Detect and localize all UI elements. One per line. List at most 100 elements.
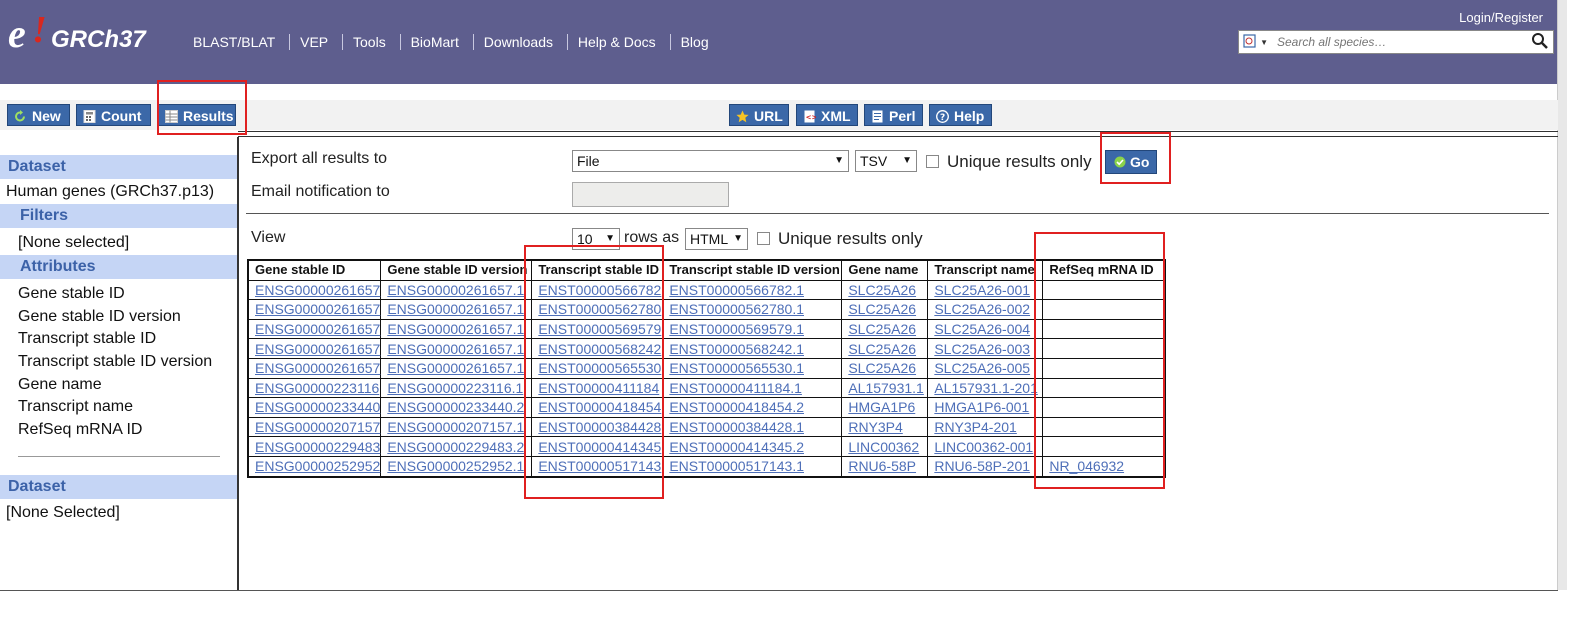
table-cell-link[interactable]: SLC25A26-004	[927, 318, 1044, 340]
email-field[interactable]	[572, 182, 729, 207]
table-cell-link[interactable]: SLC25A26	[841, 338, 929, 359]
table-cell-link[interactable]: ENST00000517143.1	[662, 455, 843, 478]
table-cell-link[interactable]: RNU6-58P	[841, 455, 929, 478]
help-button[interactable]: ? Help	[929, 104, 992, 126]
table-cell-link[interactable]: ENSG00000252952	[247, 455, 382, 478]
table-cell-link[interactable]: ENSG00000223116.1	[380, 377, 533, 399]
table-cell-link[interactable]: ENSG00000233440	[247, 397, 382, 418]
sidebar-dataset2-value[interactable]: [None Selected]	[6, 504, 120, 522]
table-cell-link[interactable]: ENSG00000261657	[247, 279, 382, 301]
nav-help-docs[interactable]: Help & Docs	[566, 34, 666, 50]
perl-button[interactable]: Perl	[864, 104, 923, 126]
table-cell-link[interactable]: HMGA1P6-001	[927, 397, 1044, 418]
table-cell-link[interactable]: SLC25A26	[841, 357, 929, 379]
nav-blog[interactable]: Blog	[669, 34, 719, 50]
xml-button-label: XML	[821, 108, 851, 124]
table-cell-link[interactable]: AL157931.1	[841, 377, 929, 399]
chevron-down-icon: ▼	[902, 155, 912, 166]
table-cell-link[interactable]: ENSG00000261657.1	[380, 357, 533, 379]
xml-file-icon: <>	[804, 110, 816, 123]
table-cell-link[interactable]: ENSG00000261657.1	[380, 299, 533, 320]
nav-vep[interactable]: VEP	[289, 34, 339, 50]
table-cell-link[interactable]: SLC25A26-001	[927, 279, 1044, 301]
top-nav: BLAST/BLAT VEP Tools BioMart Downloads H…	[193, 34, 719, 50]
column-header: Gene stable ID	[247, 259, 382, 281]
xml-button[interactable]: <> XML	[796, 104, 858, 126]
sidebar-filters-heading[interactable]: Filters	[0, 204, 237, 228]
view-unique-label: Unique results only	[778, 229, 923, 248]
table-cell-link[interactable]: AL157931.1-201	[927, 377, 1044, 399]
view-format-value: HTML	[690, 231, 729, 247]
nav-downloads[interactable]: Downloads	[472, 34, 563, 50]
table-cell-link[interactable]: RNU6-58P-201	[927, 455, 1044, 478]
sidebar-attribute-item: RefSeq mRNA ID	[18, 421, 143, 438]
table-cell-link[interactable]: ENSG00000261657	[247, 357, 382, 379]
table-cell-link[interactable]: SLC25A26-005	[927, 357, 1044, 379]
table-cell-link[interactable]: ENST00000565530.1	[662, 357, 843, 379]
table-cell-link[interactable]: ENST00000411184.1	[662, 377, 843, 399]
calculator-icon	[83, 110, 96, 123]
table-cell-link[interactable]: ENSG00000229483	[247, 436, 382, 457]
column-header: Gene name	[841, 259, 929, 281]
count-button[interactable]: Count	[76, 104, 151, 126]
nav-blast[interactable]: BLAST/BLAT	[193, 34, 285, 50]
search-input[interactable]	[1275, 33, 1529, 51]
email-label: Email notification to	[251, 183, 390, 200]
table-cell-link[interactable]: ENST00000384428.1	[662, 416, 843, 438]
table-cell-link[interactable]: ENSG00000233440.2	[380, 397, 533, 418]
star-icon	[736, 110, 749, 123]
sidebar-attribute-item: Transcript name	[18, 398, 133, 415]
search-icon[interactable]	[1531, 32, 1549, 50]
sidebar-attribute-item: Gene stable ID version	[18, 308, 181, 325]
export-unique-checkbox[interactable]	[926, 155, 939, 168]
table-cell-link[interactable]: ENST00000418454.2	[662, 397, 843, 418]
table-cell-link[interactable]: ENSG00000207157	[247, 416, 382, 438]
table-cell-link[interactable]: ENST00000566782.1	[662, 279, 843, 301]
table-cell-link[interactable]: ENSG00000261657	[247, 299, 382, 320]
table-cell-link[interactable]: RNY3P4	[841, 416, 929, 438]
sidebar-attributes-heading[interactable]: Attributes	[0, 255, 237, 279]
table-cell-link[interactable]: SLC25A26	[841, 279, 929, 301]
view-unique-checkbox[interactable]	[757, 232, 770, 245]
table-cell-link[interactable]: ENST00000568242.1	[662, 338, 843, 359]
svg-text:?: ?	[940, 113, 945, 123]
table-cell-link[interactable]: SLC25A26	[841, 318, 929, 340]
export-destination-select[interactable]: File ▼	[572, 150, 849, 172]
sidebar-dataset-value[interactable]: Human genes (GRCh37.p13)	[6, 183, 214, 201]
vertical-scrollbar[interactable]	[1557, 0, 1567, 590]
count-button-label: Count	[101, 108, 142, 124]
table-cell-link[interactable]: ENSG00000261657.1	[380, 338, 533, 359]
sidebar-attribute-item: Gene name	[18, 376, 102, 393]
url-button[interactable]: URL	[729, 104, 789, 126]
table-cell-link[interactable]: RNY3P4-201	[927, 416, 1044, 438]
toolbar-divider-inner	[238, 136, 1558, 137]
column-header: Gene stable ID version	[380, 259, 533, 281]
table-cell-link[interactable]: SLC25A26-003	[927, 338, 1044, 359]
sidebar-dataset2-heading[interactable]: Dataset	[0, 475, 237, 499]
table-cell-link[interactable]: ENSG00000223116	[247, 377, 382, 399]
table-cell-link[interactable]: SLC25A26-002	[927, 299, 1044, 320]
table-cell-link[interactable]: LINC00362	[841, 436, 929, 457]
table-cell-link[interactable]: HMGA1P6	[841, 397, 929, 418]
nav-tools[interactable]: Tools	[342, 34, 396, 50]
table-cell-link[interactable]: ENSG00000261657	[247, 338, 382, 359]
table-cell-link[interactable]: ENSG00000207157.1	[380, 416, 533, 438]
table-row: ENSG00000261657 ENSG00000261657.1 ENST0000…	[247, 338, 1166, 359]
table-cell-link[interactable]: ENSG00000261657	[247, 318, 382, 340]
table-cell-link[interactable]: SLC25A26	[841, 299, 929, 320]
table-cell-link[interactable]: ENSG00000261657.1	[380, 318, 533, 340]
nav-biomart[interactable]: BioMart	[399, 34, 469, 50]
table-cell-link[interactable]: ENSG00000261657.1	[380, 279, 533, 301]
table-cell-link[interactable]: ENST00000569579.1	[662, 318, 843, 340]
search-species-dropdown[interactable]: ▼	[1243, 34, 1268, 48]
new-button[interactable]: New	[7, 104, 70, 126]
login-register-link[interactable]: Login/Register	[1459, 10, 1543, 25]
view-format-select[interactable]: HTML ▼	[685, 228, 748, 250]
table-cell-link[interactable]: ENSG00000252952.1	[380, 455, 533, 478]
table-cell-link[interactable]: ENST00000414345.2	[662, 436, 843, 457]
table-cell-link[interactable]: ENSG00000229483.2	[380, 436, 533, 457]
sidebar-dataset-heading[interactable]: Dataset	[0, 155, 237, 179]
export-format-select[interactable]: TSV ▼	[855, 150, 917, 172]
table-cell-link[interactable]: ENST00000562780.1	[662, 299, 843, 320]
table-cell-link[interactable]: LINC00362-001	[927, 436, 1044, 457]
